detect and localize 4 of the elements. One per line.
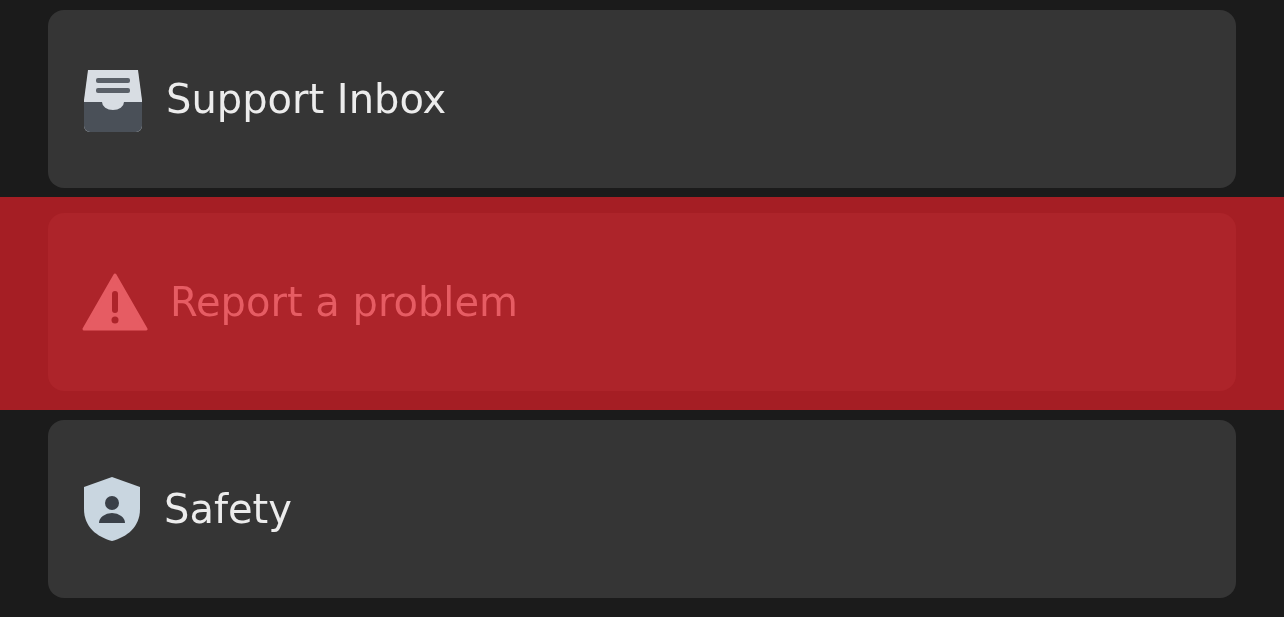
menu-item[interactable]: Safety (48, 420, 1236, 598)
warning-icon (82, 273, 148, 331)
shield-icon (82, 475, 142, 543)
menu-item[interactable]: Support Inbox (48, 10, 1236, 188)
